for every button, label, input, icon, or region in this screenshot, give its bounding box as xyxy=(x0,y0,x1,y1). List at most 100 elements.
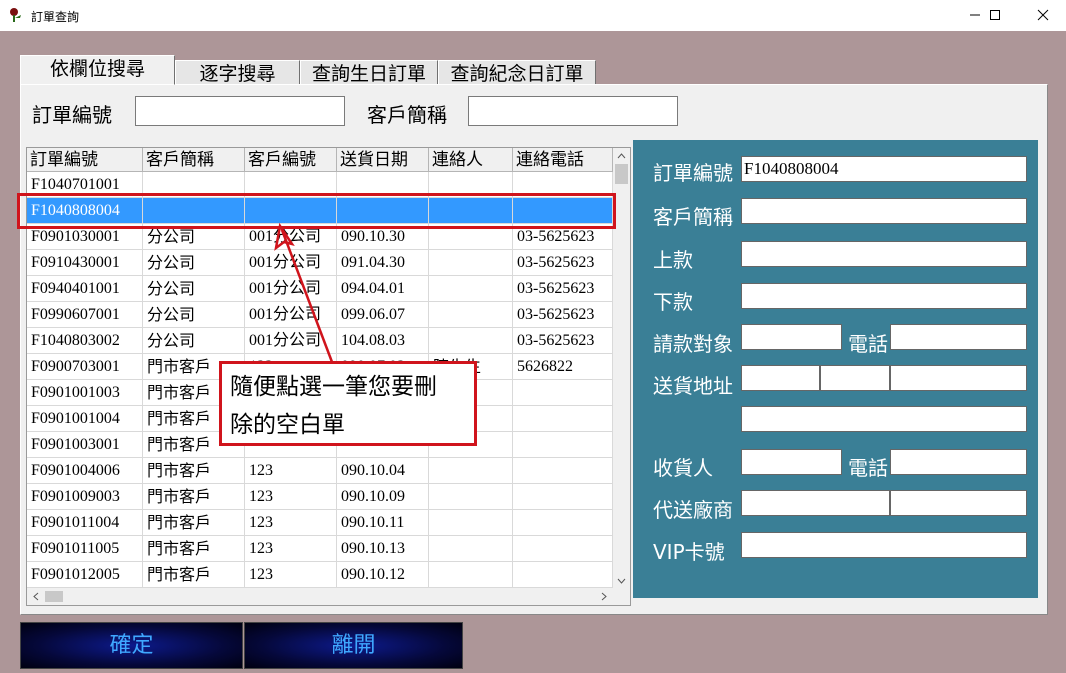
detail-receiver-phone-label: 電話 xyxy=(848,456,888,480)
table-cell xyxy=(513,458,613,484)
table-cell: 門市客戶 xyxy=(143,484,245,510)
detail-agent-label: 代送廠商 xyxy=(653,498,733,522)
search-customer-label: 客戶簡稱 xyxy=(367,103,447,127)
table-cell: 03-5625623 xyxy=(513,302,613,328)
table-cell xyxy=(429,484,513,510)
detail-billing-label: 請款對象 xyxy=(653,332,733,356)
detail-agent-field-1[interactable] xyxy=(741,490,890,516)
detail-customer-label: 客戶簡稱 xyxy=(653,205,733,229)
detail-address-field-2[interactable] xyxy=(820,365,890,391)
detail-top-label: 上款 xyxy=(653,248,693,272)
title-bar: 訂單查詢 xyxy=(0,0,1066,31)
table-cell: 090.10.11 xyxy=(337,510,429,536)
detail-bottom-field[interactable] xyxy=(741,283,1027,309)
table-row[interactable]: F0901011005 門市客戶 123 090.10.13 xyxy=(27,536,613,562)
detail-vip-label: VIP卡號 xyxy=(653,540,725,564)
table-cell: 門市客戶 xyxy=(143,536,245,562)
table-row[interactable]: F0901011004 門市客戶 123 090.10.11 xyxy=(27,510,613,536)
maximize-button[interactable] xyxy=(972,0,1018,31)
detail-billing-phone-field[interactable] xyxy=(890,324,1027,350)
scroll-down-icon[interactable] xyxy=(613,574,630,588)
table-cell: 03-5625623 xyxy=(513,250,613,276)
table-cell xyxy=(513,510,613,536)
search-customer-input[interactable] xyxy=(468,96,678,126)
detail-receiver-phone-field[interactable] xyxy=(890,449,1027,475)
detail-top-field[interactable] xyxy=(741,241,1027,267)
detail-bottom-label: 下款 xyxy=(653,290,693,314)
table-cell: F0901004006 xyxy=(27,458,143,484)
detail-customer-field[interactable] xyxy=(741,198,1027,224)
table-cell: 03-5625623 xyxy=(513,276,613,302)
vertical-scroll-thumb[interactable] xyxy=(615,164,628,184)
table-cell: F1040803002 xyxy=(27,328,143,354)
table-cell: 分公司 xyxy=(143,250,245,276)
detail-address-field-1[interactable] xyxy=(741,365,820,391)
table-cell: F0901011004 xyxy=(27,510,143,536)
table-cell: F0940401001 xyxy=(27,276,143,302)
table-cell xyxy=(429,302,513,328)
table-cell xyxy=(429,510,513,536)
close-button[interactable] xyxy=(1020,0,1066,31)
table-cell xyxy=(429,276,513,302)
column-header[interactable]: 訂單編號 xyxy=(27,148,143,172)
table-cell: 094.04.01 xyxy=(337,276,429,302)
column-header[interactable]: 送貨日期 xyxy=(337,148,429,172)
tab-birthday-orders[interactable]: 查詢生日訂單 xyxy=(300,60,438,86)
table-cell: 123 xyxy=(245,562,337,588)
detail-address-field-3[interactable] xyxy=(890,365,1027,391)
annotation-line-2: 除的空白單 xyxy=(230,412,345,438)
column-header[interactable]: 客戶簡稱 xyxy=(143,148,245,172)
column-header[interactable]: 客戶編號 xyxy=(245,148,337,172)
detail-receiver-field[interactable] xyxy=(741,449,842,475)
table-cell: F0900703001 xyxy=(27,354,143,380)
table-cell xyxy=(513,562,613,588)
detail-agent-field-2[interactable] xyxy=(890,490,1027,516)
table-cell xyxy=(513,380,613,406)
table-cell: F0901009003 xyxy=(27,484,143,510)
horizontal-scroll-thumb[interactable] xyxy=(45,591,63,602)
annotation-line-1: 隨便點選一筆您要刪 xyxy=(230,374,437,400)
table-cell: 門市客戶 xyxy=(143,458,245,484)
detail-vip-field[interactable] xyxy=(741,532,1027,558)
table-cell xyxy=(429,328,513,354)
table-row[interactable]: F0901009003 門市客戶 123 090.10.09 xyxy=(27,484,613,510)
table-cell: 分公司 xyxy=(143,276,245,302)
search-order-no-input[interactable] xyxy=(135,96,345,126)
table-cell xyxy=(429,536,513,562)
table-cell: F0910430001 xyxy=(27,250,143,276)
table-cell xyxy=(513,406,613,432)
detail-order-no-field[interactable]: F1040808004 xyxy=(741,156,1027,182)
tab-field-search[interactable]: 依欄位搜尋 xyxy=(20,55,175,85)
table-cell: F0901001004 xyxy=(27,406,143,432)
column-header[interactable]: 連絡電話 xyxy=(513,148,613,172)
horizontal-scrollbar[interactable] xyxy=(27,588,630,605)
table-cell xyxy=(429,562,513,588)
column-header[interactable]: 連絡人 xyxy=(429,148,513,172)
table-cell: 分公司 xyxy=(143,302,245,328)
table-cell: F0990607001 xyxy=(27,302,143,328)
scroll-left-icon[interactable] xyxy=(29,588,43,605)
detail-address-line-2[interactable] xyxy=(741,406,1027,432)
tab-text-search[interactable]: 逐字搜尋 xyxy=(175,60,300,86)
exit-button[interactable]: 離開 xyxy=(244,622,463,669)
detail-billing-field[interactable] xyxy=(741,324,842,350)
detail-order-no-label: 訂單編號 xyxy=(653,161,733,185)
table-cell xyxy=(513,536,613,562)
detail-billing-phone-label: 電話 xyxy=(848,332,888,356)
table-cell: F0901001003 xyxy=(27,380,143,406)
table-cell: F0901011005 xyxy=(27,536,143,562)
close-icon xyxy=(1037,9,1049,21)
app-icon xyxy=(10,8,21,22)
scroll-up-icon[interactable] xyxy=(613,149,630,163)
table-cell: 090.10.09 xyxy=(337,484,429,510)
table-cell: F0901012005 xyxy=(27,562,143,588)
tab-anniversary-orders[interactable]: 查詢紀念日訂單 xyxy=(438,60,596,86)
table-row[interactable]: F0901004006 門市客戶 123 090.10.04 xyxy=(27,458,613,484)
table-cell: 091.04.30 xyxy=(337,250,429,276)
scroll-right-icon[interactable] xyxy=(597,588,611,605)
table-cell: 123 xyxy=(245,458,337,484)
table-cell: 099.06.07 xyxy=(337,302,429,328)
table-row[interactable]: F0901012005 門市客戶 123 090.10.12 xyxy=(27,562,613,588)
table-cell: 03-5625623 xyxy=(513,328,613,354)
ok-button[interactable]: 確定 xyxy=(20,622,243,669)
